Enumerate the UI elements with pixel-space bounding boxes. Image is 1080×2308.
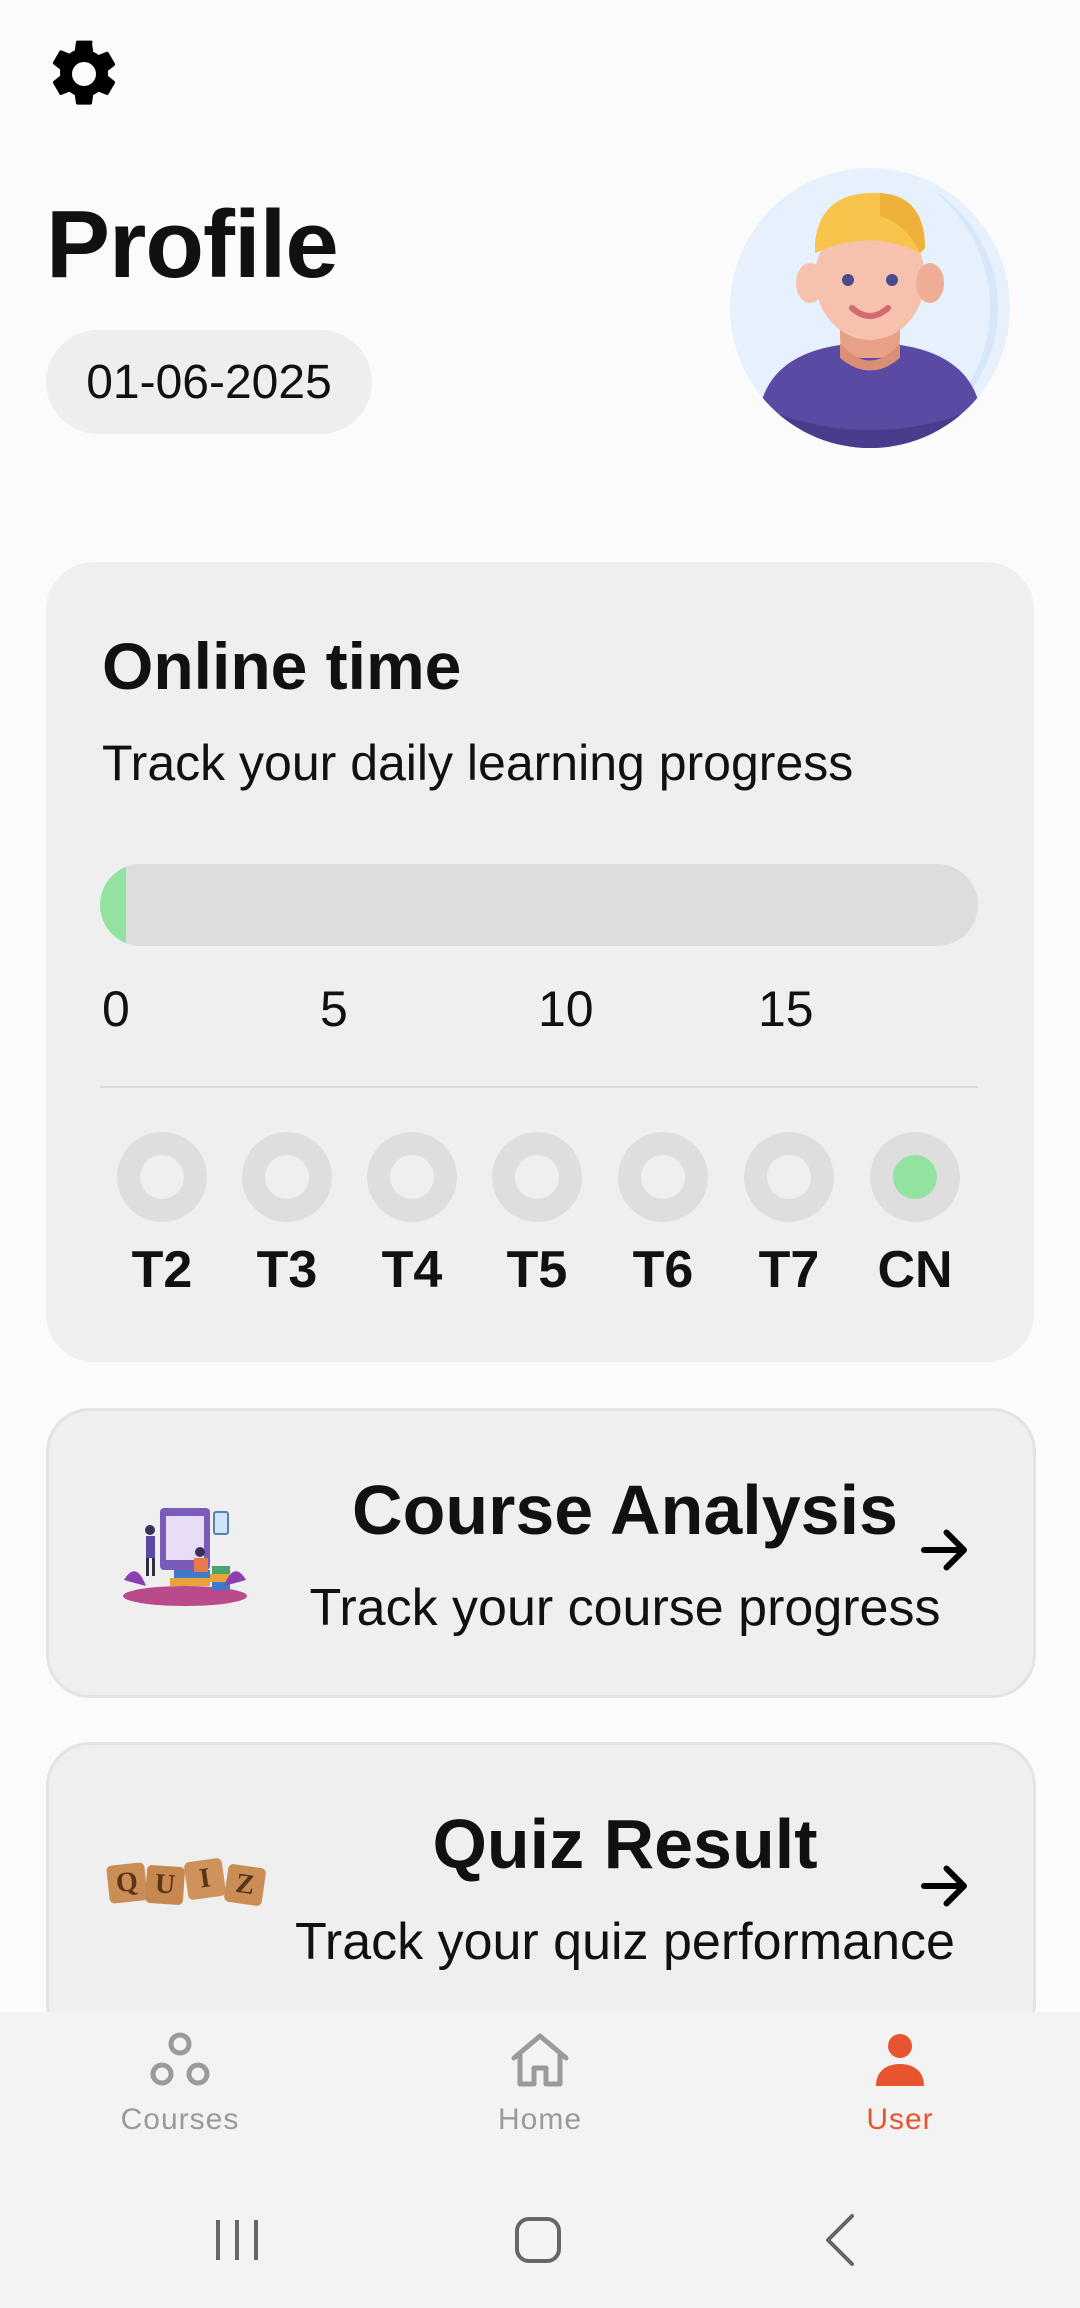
avatar[interactable] <box>730 168 1010 448</box>
nav-user-label: User <box>866 2103 934 2136</box>
day-ring-t4 <box>366 1132 458 1222</box>
nav-home-label: Home <box>497 2103 583 2136</box>
quiz-result-subtitle: Track your quiz performance <box>295 1913 955 1971</box>
divider <box>100 1086 978 1088</box>
day-label-cn: CN <box>877 1241 953 1299</box>
quiz-block-z: Z <box>223 1863 267 1907</box>
courses-icon <box>150 2032 210 2086</box>
course-analysis-title: Course Analysis <box>352 1471 898 1549</box>
scale-tick-5: 5 <box>320 981 348 1037</box>
home-button-icon[interactable] <box>514 2216 562 2264</box>
day-ring-t2 <box>116 1132 208 1222</box>
day-ring-t5 <box>491 1132 583 1222</box>
day-ring-t6 <box>617 1132 709 1222</box>
quiz-block-i: I <box>183 1857 227 1901</box>
day-label-t6: T6 <box>632 1241 694 1299</box>
online-time-progress-bar <box>100 864 978 946</box>
recent-apps-icon[interactable] <box>212 2218 262 2262</box>
day-label-t5: T5 <box>506 1241 568 1299</box>
day-ring-t7 <box>743 1132 835 1222</box>
back-icon[interactable] <box>822 2212 858 2268</box>
course-illustration-icon <box>123 1508 247 1606</box>
arrow-right-icon[interactable] <box>914 1520 974 1580</box>
online-time-title: Online time <box>102 629 462 703</box>
quiz-block-q: Q <box>106 1862 148 1904</box>
scale-tick-15: 15 <box>758 981 814 1037</box>
settings-gear-icon[interactable] <box>44 34 124 114</box>
online-time-progress-fill <box>100 864 127 946</box>
page-title: Profile <box>46 191 339 298</box>
quiz-result-title: Quiz Result <box>432 1805 818 1883</box>
nav-courses[interactable]: Courses <box>80 2030 280 2137</box>
date-badge[interactable]: 01-06-2025 <box>46 330 372 434</box>
day-label-t3: T3 <box>256 1241 318 1299</box>
user-icon <box>876 2034 924 2086</box>
nav-home[interactable]: Home <box>440 2030 640 2137</box>
nav-courses-label: Courses <box>120 2103 240 2136</box>
day-ring-t3 <box>241 1132 333 1222</box>
day-label-t4: T4 <box>381 1241 443 1299</box>
day-ring-cn <box>869 1132 961 1222</box>
course-analysis-subtitle: Track your course progress <box>309 1579 941 1637</box>
home-icon <box>511 2033 569 2087</box>
scale-tick-10: 10 <box>538 981 594 1037</box>
arrow-right-icon[interactable] <box>914 1856 974 1916</box>
nav-user[interactable]: User <box>800 2030 1000 2137</box>
quiz-blocks-icon: Q U I Z <box>106 1857 268 1914</box>
online-time-subtitle: Track your daily learning progress <box>102 735 854 791</box>
quiz-block-u: U <box>144 1864 186 1906</box>
scale-tick-0: 0 <box>102 981 130 1037</box>
day-label-t7: T7 <box>758 1241 820 1299</box>
day-label-t2: T2 <box>131 1241 193 1299</box>
